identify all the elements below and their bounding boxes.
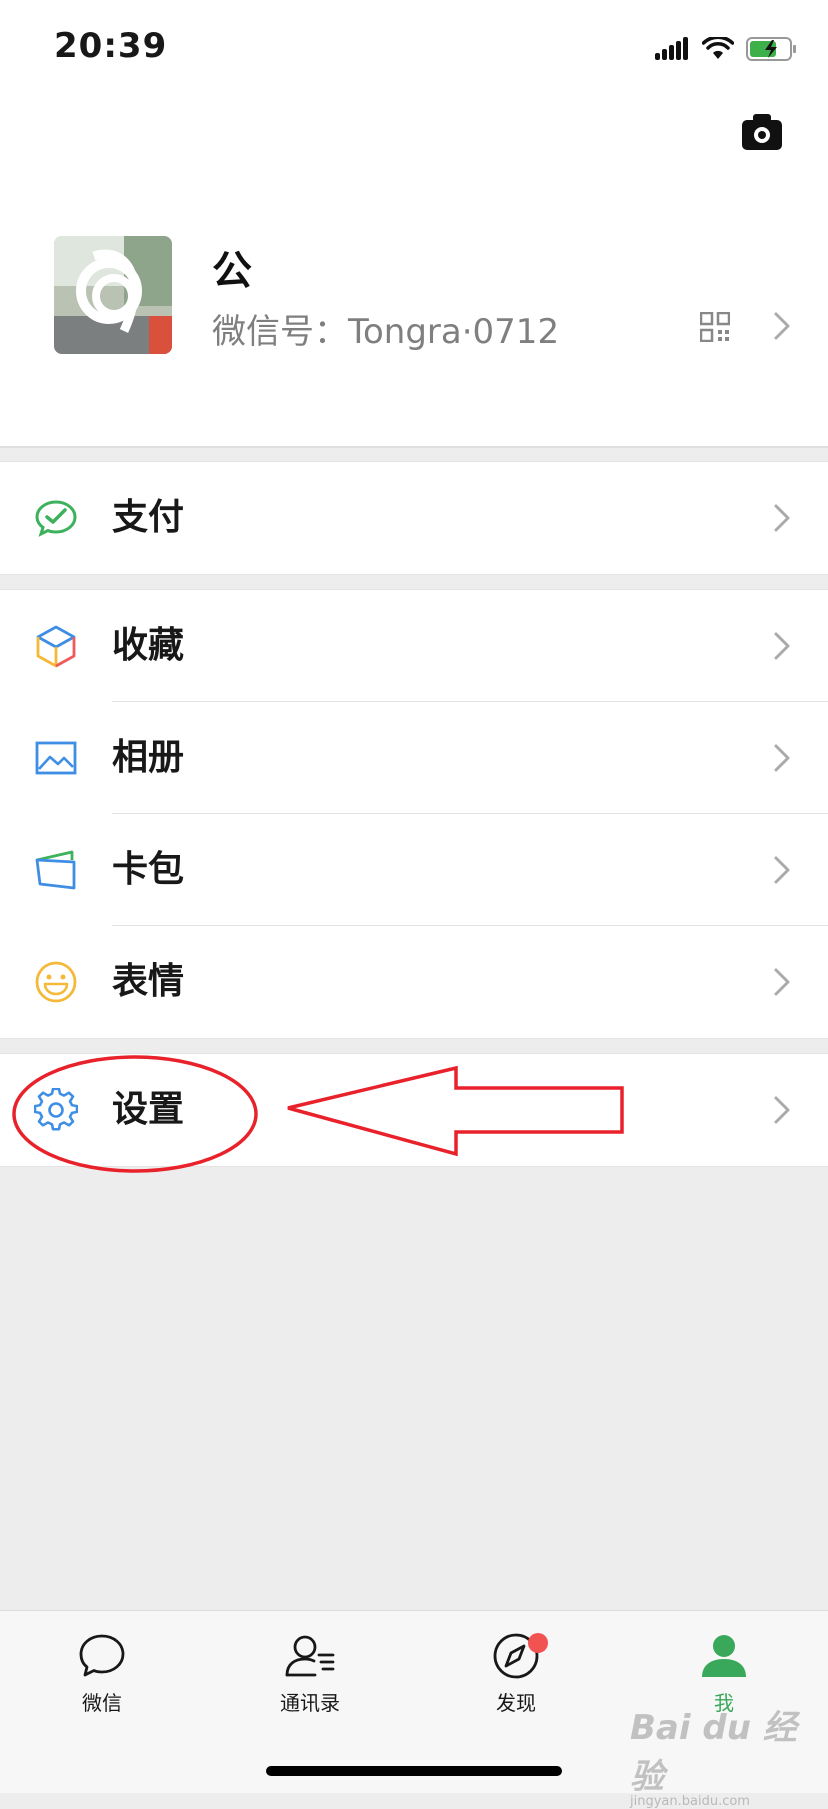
cards-icon — [35, 850, 76, 890]
chevron-right-icon — [774, 744, 790, 772]
pay-icon — [35, 500, 77, 537]
menu-item-settings[interactable]: 设置 — [0, 1054, 828, 1166]
qr-code-icon[interactable] — [700, 312, 730, 342]
chevron-right-icon — [774, 504, 790, 532]
status-time: 20:39 — [54, 26, 168, 66]
tab-label: 发现 — [496, 1691, 536, 1715]
sticker-icon — [35, 961, 77, 1003]
menu-item-favorites[interactable]: 收藏 — [0, 590, 828, 702]
menu-group-pay: 支付 — [0, 461, 828, 575]
signal-icon — [655, 37, 688, 60]
menu-item-label: 相册 — [112, 737, 185, 778]
album-icon — [35, 741, 77, 775]
camera-icon[interactable] — [740, 112, 784, 152]
menu-item-label: 支付 — [112, 497, 185, 538]
chat-icon — [79, 1634, 125, 1677]
chevron-right-icon — [774, 856, 790, 884]
wechat-id: 微信号：Tongra·0712 — [212, 312, 560, 352]
chevron-right-icon — [774, 312, 790, 340]
notification-badge — [528, 1633, 548, 1653]
status-bar: 20:39 — [0, 0, 828, 98]
menu-item-cards[interactable]: 卡包 — [0, 814, 828, 926]
chevron-right-icon — [774, 968, 790, 996]
watermark-sub: jingyan.baidu.com — [630, 1794, 750, 1809]
menu-item-pay[interactable]: 支付 — [0, 462, 828, 574]
wifi-icon — [702, 37, 734, 59]
status-icons — [654, 34, 798, 64]
menu-group-settings: 设置 — [0, 1053, 828, 1167]
chevron-right-icon — [774, 632, 790, 660]
me-icon — [702, 1635, 746, 1677]
menu-item-album[interactable]: 相册 — [0, 702, 828, 814]
menu-group-main: 收藏 相册 卡包 表情 — [0, 589, 828, 1039]
tab-label: 微信 — [82, 1691, 122, 1715]
tab-label: 通讯录 — [280, 1691, 340, 1715]
nickname: 公 — [212, 248, 252, 294]
avatar[interactable] — [54, 236, 172, 354]
menu-item-label: 设置 — [112, 1089, 185, 1130]
menu-item-label: 收藏 — [112, 625, 185, 666]
menu-item-label: 卡包 — [112, 849, 185, 890]
watermark-text: Bai du 经验 — [630, 1708, 797, 1797]
home-indicator[interactable] — [266, 1766, 562, 1776]
baidu-watermark: Bai du 经验 jingyan.baidu.com — [630, 1700, 828, 1809]
favorites-icon — [36, 625, 76, 668]
profile-header[interactable]: 公 微信号：Tongra·0712 — [0, 98, 828, 448]
settings-icon — [34, 1088, 78, 1131]
tab-contacts[interactable]: 通讯录 — [230, 1631, 390, 1716]
chevron-right-icon — [774, 1096, 790, 1124]
battery-icon — [746, 37, 796, 61]
tab-chats[interactable]: 微信 — [22, 1631, 182, 1716]
contacts-icon — [285, 1635, 335, 1677]
tab-discover[interactable]: 发现 — [436, 1631, 596, 1716]
menu-item-label: 表情 — [112, 961, 185, 1002]
menu-item-stickers[interactable]: 表情 — [0, 926, 828, 1038]
